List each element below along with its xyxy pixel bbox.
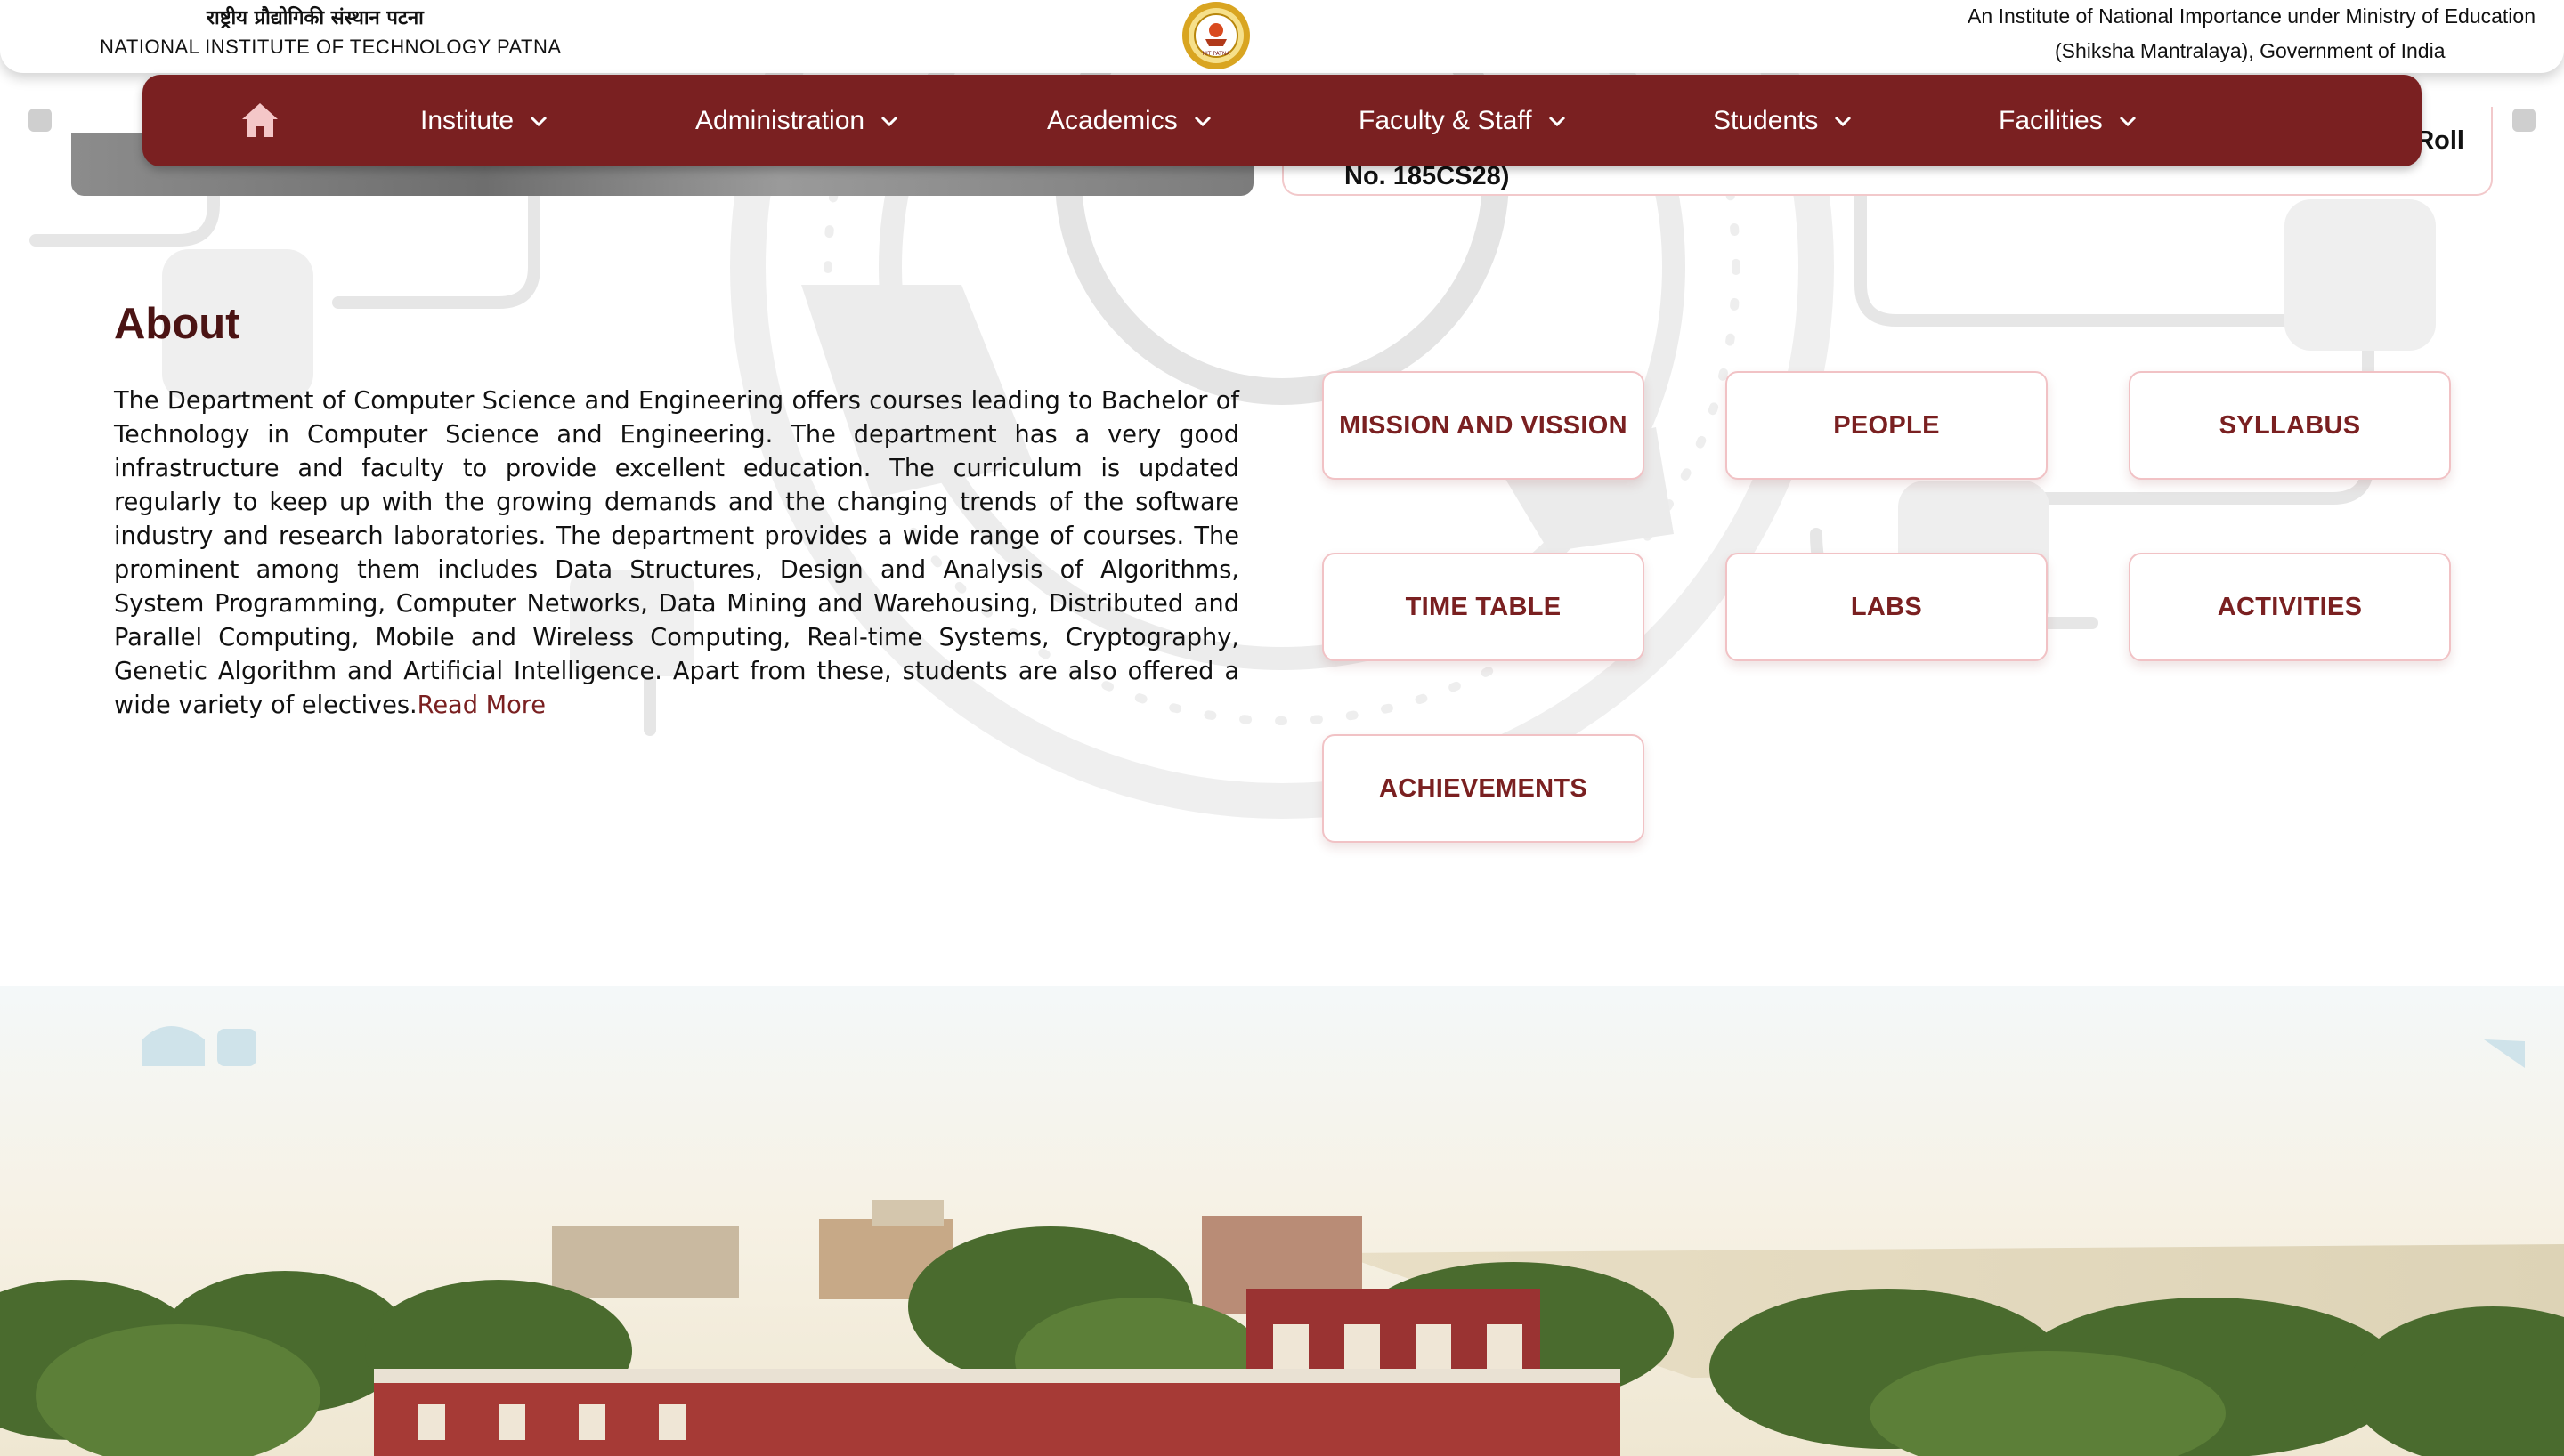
nav-item-label: Institute xyxy=(420,105,515,135)
time-table-button[interactable]: TIME TABLE xyxy=(1322,553,1644,661)
main-navbar: Institute Administration Academics Facul… xyxy=(142,75,2422,166)
slider-left-dot[interactable] xyxy=(28,109,52,132)
chevron-down-icon xyxy=(1835,116,1852,126)
about-body: The Department of Computer Science and E… xyxy=(114,387,1239,719)
nav-item-label: Academics xyxy=(1047,105,1178,135)
campus-photo xyxy=(0,986,2564,1456)
home-icon[interactable] xyxy=(240,101,280,139)
about-description: The Department of Computer Science and E… xyxy=(114,384,1239,723)
about-heading: About xyxy=(114,300,240,348)
nav-item-facilities[interactable]: Facilities xyxy=(1999,75,2137,166)
nav-item-label: Facilities xyxy=(1999,105,2103,135)
achievements-button[interactable]: ACHIEVEMENTS xyxy=(1322,734,1644,843)
institute-name-english: NATIONAL INSTITUTE OF TECHNOLOGY PATNA xyxy=(100,36,562,58)
labs-button[interactable]: LABS xyxy=(1725,553,2048,661)
chevron-down-icon xyxy=(1194,116,1211,126)
nav-item-label: Faculty & Staff xyxy=(1359,105,1532,135)
chevron-down-icon xyxy=(2119,116,2136,126)
tagline-line-1: An Institute of National Importance unde… xyxy=(1968,4,2536,28)
news-text-end: Roll xyxy=(2415,126,2464,155)
nav-item-faculty-staff[interactable]: Faculty & Staff xyxy=(1359,75,1566,166)
people-button[interactable]: PEOPLE xyxy=(1725,371,2048,480)
nit-patna-logo[interactable]: NIT PATNA xyxy=(1181,0,1252,71)
institute-name-hindi: राष्ट्रीय प्रौद्योगिकी संस्थान पटना xyxy=(207,7,424,29)
logo-text: NIT PATNA xyxy=(1203,51,1231,57)
nav-item-academics[interactable]: Academics xyxy=(1047,75,1212,166)
site-header: राष्ट्रीय प्रौद्योगिकी संस्थान पटना NATI… xyxy=(0,0,2564,73)
mission-vision-button[interactable]: MISSION AND VISSION xyxy=(1322,371,1644,480)
chevron-down-icon xyxy=(531,116,548,126)
nav-item-label: Students xyxy=(1713,105,1819,135)
activities-button[interactable]: ACTIVITIES xyxy=(2129,553,2451,661)
nav-item-institute[interactable]: Institute xyxy=(420,75,548,166)
nav-item-administration[interactable]: Administration xyxy=(695,75,898,166)
nav-item-students[interactable]: Students xyxy=(1713,75,1852,166)
read-more-link[interactable]: Read More xyxy=(418,692,546,719)
chevron-down-icon xyxy=(1548,116,1565,126)
tagline-line-2: (Shiksha Mantralaya), Government of Indi… xyxy=(2055,39,2446,62)
syllabus-button[interactable]: SYLLABUS xyxy=(2129,371,2451,480)
chevron-down-icon xyxy=(881,116,898,126)
slider-right-dot[interactable] xyxy=(2512,109,2536,132)
nav-item-label: Administration xyxy=(695,105,865,135)
